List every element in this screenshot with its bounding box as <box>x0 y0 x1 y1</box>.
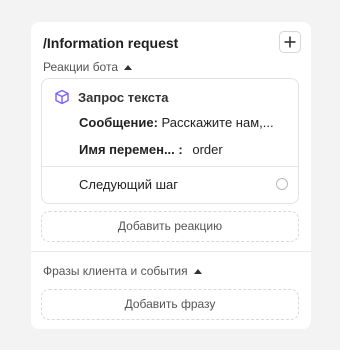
caret-up-icon <box>193 268 202 274</box>
reaction-title: Запрос текста <box>78 89 169 105</box>
message-value: Расскажите нам,... <box>161 115 274 130</box>
block-title: /Information request <box>43 35 179 51</box>
client-phrases-label: Фразы клиента и события <box>43 264 188 278</box>
client-phrases-toggle[interactable]: Фразы клиента и события <box>43 264 202 278</box>
message-label: Сообщение: <box>79 115 158 130</box>
variable-label: Имя перемен... : <box>79 142 183 157</box>
add-phrase-button[interactable]: Добавить фразу <box>41 289 299 320</box>
add-block-button[interactable] <box>279 31 301 53</box>
message-row: Сообщение: Расскажите нам,... <box>79 115 274 130</box>
variable-value: order <box>192 142 223 157</box>
plus-icon <box>284 36 296 48</box>
section-divider <box>31 251 311 252</box>
reaction-header: Запрос текста <box>54 89 169 105</box>
bot-reactions-label: Реакции бота <box>43 60 119 74</box>
add-reaction-button[interactable]: Добавить реакцию <box>41 211 299 242</box>
next-step-label: Следующий шаг <box>79 177 178 192</box>
block-card: /Information request Реакции бота Запрос… <box>31 22 311 329</box>
caret-up-icon <box>124 64 133 70</box>
reaction-divider <box>42 166 298 167</box>
next-step-connector[interactable] <box>276 178 288 190</box>
cube-icon <box>55 89 69 105</box>
variable-row: Имя перемен... : order <box>79 142 223 157</box>
reaction-card[interactable]: Запрос текста Сообщение: Расскажите нам,… <box>41 78 299 204</box>
bot-reactions-toggle[interactable]: Реакции бота <box>43 60 133 74</box>
